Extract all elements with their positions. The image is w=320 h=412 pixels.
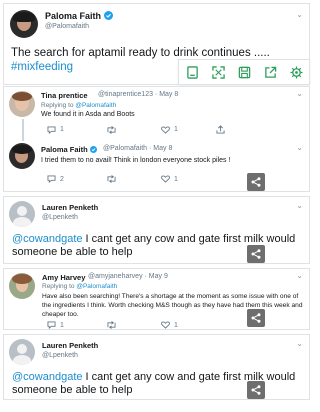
share-network-icon <box>251 177 261 187</box>
reply-count: 1 <box>60 126 64 133</box>
like-count: 1 <box>174 321 178 329</box>
edit-icon[interactable] <box>183 63 201 81</box>
share-icon <box>216 125 225 134</box>
reply-text: I tried them to no avail! Think in londo… <box>41 157 231 164</box>
author-name[interactable]: Lauren Penketh <box>42 203 98 212</box>
avatar[interactable] <box>9 201 35 227</box>
avatar[interactable] <box>9 91 35 117</box>
more-options-icon[interactable]: ⌄ <box>296 143 303 152</box>
mention-link[interactable]: @cowandgate <box>12 371 83 383</box>
replies-thread-card: Tina prentice @tinaprentice123 · May 8 ⌄… <box>3 86 310 192</box>
reply-actions: 1 1 <box>47 321 216 329</box>
like-button[interactable]: 1 <box>161 175 216 183</box>
retweet-icon <box>107 175 116 183</box>
share-chip[interactable] <box>247 381 265 399</box>
more-options-icon[interactable]: ⌄ <box>296 339 303 348</box>
author-name[interactable]: Amy Harvey <box>42 273 85 282</box>
reply-text: We found it in Asda and Boots <box>41 111 135 118</box>
hashtag-link[interactable]: #mixfeeding <box>11 61 73 73</box>
heart-icon <box>161 321 170 329</box>
share-network-icon <box>251 313 261 323</box>
floating-toolbar <box>178 59 310 85</box>
share-out-icon[interactable] <box>261 63 279 81</box>
more-options-icon[interactable]: ⌄ <box>296 10 303 19</box>
heart-icon <box>161 175 170 183</box>
like-count: 1 <box>174 175 178 183</box>
share-network-icon <box>251 385 261 395</box>
retweet-icon <box>107 321 116 329</box>
reply-button[interactable]: 2 <box>47 175 106 183</box>
author-name[interactable]: Tina prentice <box>41 91 88 100</box>
more-options-icon[interactable]: ⌄ <box>296 201 303 210</box>
share-network-icon <box>251 249 261 259</box>
reply-actions: 1 1 <box>47 125 225 134</box>
avatar[interactable] <box>9 339 35 365</box>
reply-count: 1 <box>60 321 64 329</box>
mention-link[interactable]: @Palomafaith <box>75 102 116 109</box>
share-chip[interactable] <box>247 245 265 263</box>
author-handle[interactable]: @Palomafaith <box>45 23 89 30</box>
reply-icon <box>47 175 56 183</box>
reply-count: 2 <box>60 175 64 183</box>
author-handle[interactable]: @Lpenketh <box>42 214 78 221</box>
author-name[interactable]: Lauren Penketh <box>42 341 98 350</box>
like-button[interactable]: 1 <box>161 321 216 329</box>
verified-icon <box>103 11 113 20</box>
tweet-card: Amy Harvey @amyjaneharvey · May 9 ⌄ Repl… <box>3 268 310 330</box>
heart-icon <box>161 125 170 134</box>
retweet-button[interactable] <box>106 125 161 134</box>
mention-link[interactable]: @cowandgate <box>12 233 83 245</box>
mention-link[interactable]: @Palomafaith <box>76 283 117 290</box>
avatar[interactable] <box>9 143 35 169</box>
retweet-button[interactable] <box>106 175 161 183</box>
verified-icon <box>89 146 97 153</box>
share-chip[interactable] <box>247 309 265 327</box>
reply-button[interactable]: 1 <box>47 321 106 329</box>
more-options-icon[interactable]: ⌄ <box>296 89 303 98</box>
author-handle[interactable]: @Lpenketh <box>42 352 78 359</box>
reply-actions: 2 1 <box>47 175 216 183</box>
author-name[interactable]: Paloma Faith <box>45 11 113 21</box>
reply-icon <box>47 125 56 134</box>
author-handle-date[interactable]: @Palomafaith · May 8 <box>103 145 172 152</box>
replying-to-label: Replying to @Palomafaith <box>42 283 118 290</box>
retweet-button[interactable] <box>106 321 161 329</box>
more-options-icon[interactable]: ⌄ <box>296 271 303 280</box>
expand-icon[interactable] <box>209 63 227 81</box>
retweet-icon <box>107 125 116 134</box>
save-icon[interactable] <box>235 63 253 81</box>
like-button[interactable]: 1 <box>161 125 216 134</box>
share-button[interactable] <box>216 125 225 134</box>
share-chip[interactable] <box>247 173 265 191</box>
thread-line <box>22 119 24 141</box>
author-handle-date[interactable]: @tinaprentice123 · May 8 <box>98 91 178 98</box>
reply-button[interactable]: 1 <box>47 125 106 134</box>
like-count: 1 <box>174 126 178 133</box>
settings-icon[interactable] <box>287 63 305 81</box>
reply-icon <box>47 321 56 329</box>
tweet-card: Lauren Penketh @Lpenketh ⌄ @cowandgate I… <box>3 196 310 264</box>
replying-to-label: Replying to @Palomafaith <box>41 102 117 109</box>
avatar[interactable] <box>9 273 35 299</box>
author-handle-date[interactable]: @amyjaneharvey · May 9 <box>88 273 168 280</box>
avatar[interactable] <box>10 10 38 38</box>
tweet-card: Lauren Penketh @Lpenketh ⌄ @cowandgate I… <box>3 334 310 400</box>
author-name[interactable]: Paloma Faith <box>41 145 97 154</box>
tweet-text-content: The search for aptamil ready to drink co… <box>11 47 270 59</box>
